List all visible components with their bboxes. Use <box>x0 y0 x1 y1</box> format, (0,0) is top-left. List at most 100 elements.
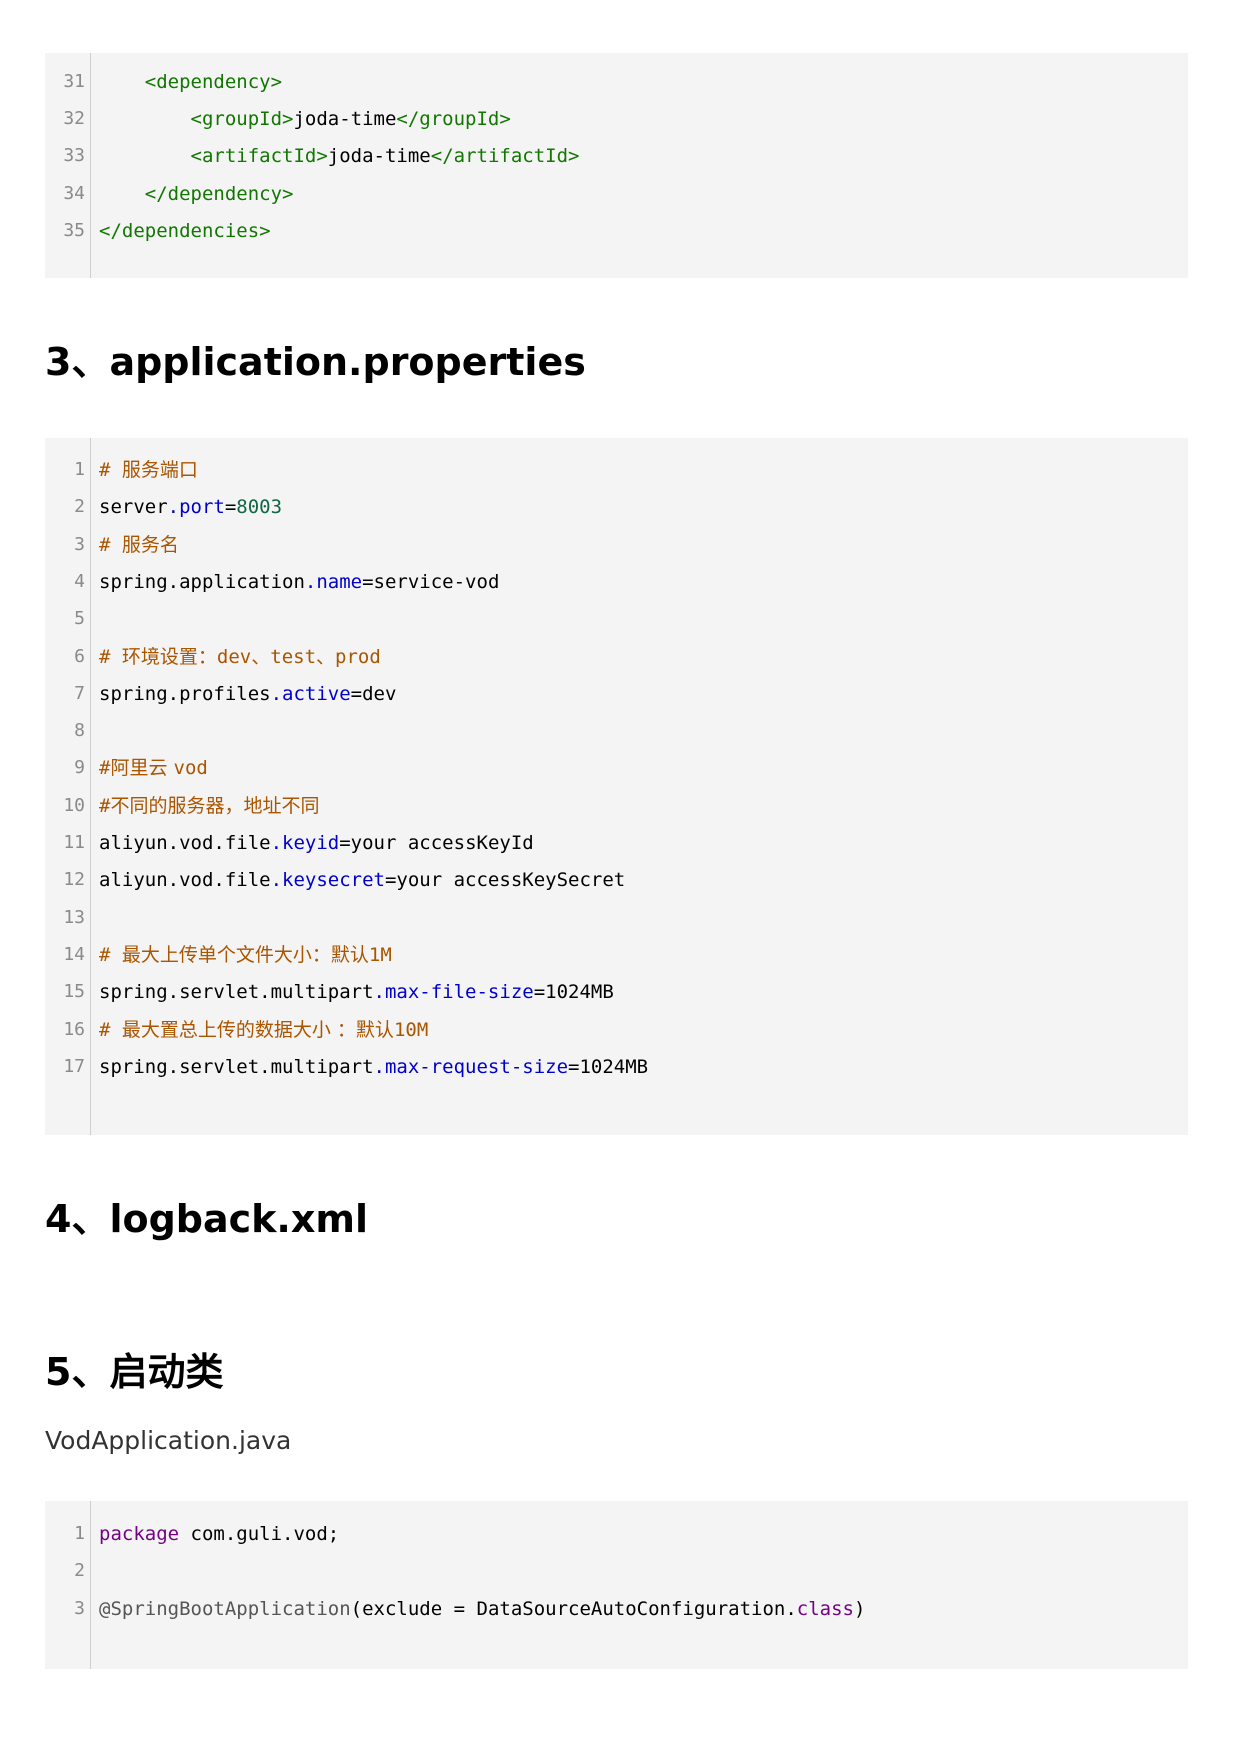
line-number: 10 <box>63 794 85 816</box>
code-text: <dependency> <box>99 67 282 97</box>
code-token: 1M <box>368 943 392 966</box>
line-number: 14 <box>63 943 85 965</box>
code-token: test <box>270 645 317 668</box>
section-heading-logback-xml: 4、logback.xml <box>45 1197 368 1241</box>
code-token: # <box>99 794 111 817</box>
code-token: <dependency> <box>144 71 283 93</box>
code-text: aliyun.vod.file.keyid=your accessKeyId <box>99 828 534 858</box>
code-token: # <box>99 1018 122 1041</box>
code-token: 服务端口 <box>121 459 198 481</box>
code-token: # <box>99 645 122 668</box>
code-token: .max-request-size <box>373 1055 569 1078</box>
code-token: (exclude = DataSourceAutoConfiguration. <box>350 1597 797 1620</box>
line-number: 8 <box>74 720 85 742</box>
code-token: spring.servlet.multipart <box>99 1055 374 1078</box>
line-number: 11 <box>63 832 85 853</box>
line-number: 34 <box>63 182 85 204</box>
code-token: .active <box>270 682 351 705</box>
line-number: 12 <box>63 869 85 891</box>
line-number: 33 <box>63 145 85 167</box>
code-token: 最大上传单个文件大小：默认 <box>121 943 369 966</box>
code-token: dev <box>216 645 252 668</box>
code-token: spring.servlet.multipart <box>99 981 374 1004</box>
code-token: =service-vod <box>362 570 500 593</box>
line-number: 4 <box>74 570 85 592</box>
code-token: # <box>99 459 122 481</box>
code-text: </dependencies> <box>99 216 271 246</box>
code-token: <groupId> <box>190 108 294 131</box>
line-number: 1 <box>74 1523 85 1544</box>
code-token: .max-file-size <box>373 981 534 1004</box>
code-token: = <box>224 496 237 519</box>
line-number: 35 <box>63 219 85 241</box>
code-token: spring.application <box>99 570 305 593</box>
code-token: prod <box>335 645 381 668</box>
code-token: package <box>99 1523 180 1545</box>
code-block-pom-tail: 31 <dependency> 32 <groupId>joda-time</gr… <box>45 53 1188 278</box>
code-token: =dev <box>350 682 397 705</box>
code-token: server <box>99 496 168 519</box>
code-text: spring.servlet.multipart.max-file-size=1… <box>99 977 614 1007</box>
line-number: 17 <box>63 1055 85 1077</box>
code-text: <artifactId>joda-time</artifactId> <box>99 141 580 171</box>
line-number: 5 <box>74 608 85 630</box>
line-number: 16 <box>63 1018 85 1040</box>
code-token: 8003 <box>236 496 283 519</box>
code-text: package com.guli.vod; <box>99 1519 339 1549</box>
code-token: =1024MB <box>533 981 614 1004</box>
code-token: <artifactId> <box>190 145 328 168</box>
code-token: =your accessKeySecret <box>384 869 626 892</box>
code-text: spring.profiles.active=dev <box>99 679 396 709</box>
code-token: @SpringBootApplication <box>99 1597 351 1620</box>
line-number: 1 <box>74 459 85 480</box>
code-token: .keyid <box>270 832 340 854</box>
section-heading-startup-class: 5、启动类 <box>45 1350 224 1394</box>
code-token: </artifactId> <box>430 145 580 168</box>
code-token: spring.profiles <box>99 682 271 705</box>
code-text: # 服务端口 <box>99 455 198 485</box>
line-number: 3 <box>74 1597 85 1619</box>
code-text: # 最大置总上传的数据大小 ：默认10M <box>99 1015 428 1045</box>
line-number: 13 <box>63 906 85 928</box>
code-token: 最大置总上传的数据大小 ：默认 <box>121 1018 394 1041</box>
code-token: 阿里云 <box>110 757 174 780</box>
code-text: #阿里云 vod <box>99 753 208 783</box>
code-block-application-properties: 1 # 服务端口 2 server.port=8003 3 # 服务名 4 spring.ap… <box>45 438 1188 1135</box>
line-number: 31 <box>63 71 85 92</box>
line-number: 7 <box>74 682 85 704</box>
section-heading-application-properties: 3、application.properties <box>45 340 586 384</box>
code-text: spring.application.name=service-vod <box>99 567 499 597</box>
code-token: </dependencies> <box>99 219 271 242</box>
code-token: class <box>796 1597 854 1620</box>
line-number: 2 <box>74 496 85 518</box>
line-number: 32 <box>63 108 85 130</box>
code-block-vod-application: 1 package com.guli.vod; 2 3 @SpringBootAppli… <box>45 1501 1188 1669</box>
line-number: 3 <box>74 533 85 555</box>
code-token: aliyun.vod.file <box>99 832 271 854</box>
code-text: # 环境设置：dev、test、prod <box>99 642 381 672</box>
code-token: # <box>99 943 122 966</box>
code-token: joda-time <box>293 108 397 131</box>
code-text: server.port=8003 <box>99 492 282 522</box>
line-number: 2 <box>74 1560 85 1582</box>
code-token: 不同的服务器，地址不同 <box>110 794 320 817</box>
code-token: ) <box>854 1597 866 1620</box>
line-number: 9 <box>74 757 85 779</box>
code-token: aliyun.vod.file <box>99 869 271 892</box>
code-token: .keysecret <box>270 869 385 892</box>
code-token: vod <box>173 757 208 780</box>
code-token: 10M <box>393 1018 429 1041</box>
code-token: </groupId> <box>396 108 511 131</box>
code-text: # 服务名 <box>99 530 179 560</box>
file-caption: VodApplication.java <box>45 1426 292 1455</box>
code-token: 、 <box>316 645 336 668</box>
code-token: </dependency> <box>144 182 294 205</box>
line-number: 15 <box>63 981 85 1003</box>
code-token: =1024MB <box>568 1055 649 1078</box>
code-token: .port <box>167 496 225 519</box>
code-text: </dependency> <box>99 179 294 209</box>
